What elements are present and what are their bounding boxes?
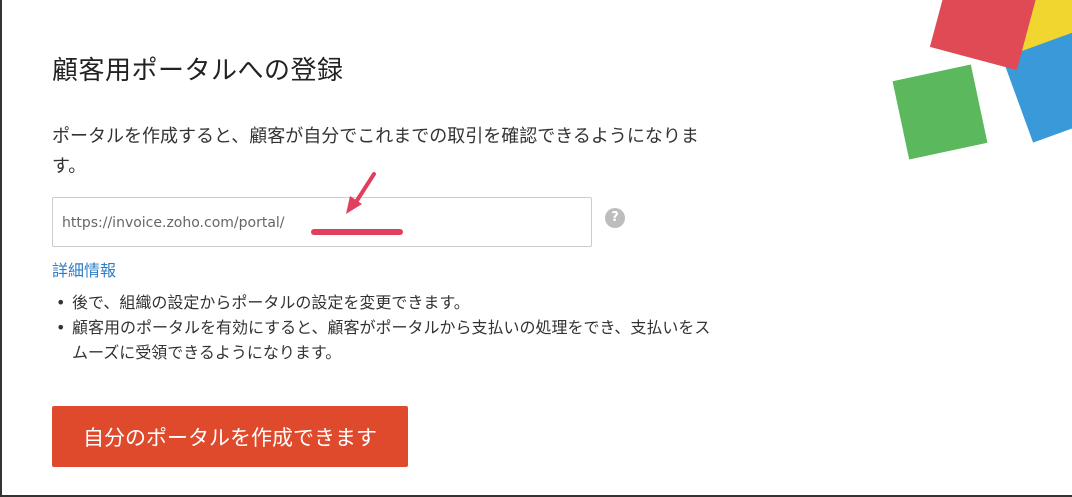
colorful-squares-decoration: [892, 0, 1072, 160]
red-arrow-annotation-icon: [311, 172, 403, 235]
more-info-link[interactable]: 詳細情報: [52, 257, 116, 281]
help-icon[interactable]: ?: [605, 208, 625, 228]
create-portal-button[interactable]: 自分のポータルを作成できます: [52, 406, 408, 467]
note-item: 後で、組織の設定からポータルの設定を変更できます。: [52, 290, 722, 315]
page-title: 顧客用ポータルへの登録: [52, 56, 344, 86]
notes-list: 後で、組織の設定からポータルの設定を変更できます。 顧客用のポータルを有効にする…: [52, 290, 722, 365]
window-border-left: [0, 0, 2, 497]
portal-url-prefix: https://invoice.zoho.com/portal/: [62, 215, 285, 231]
note-item: 顧客用のポータルを有効にすると、顧客がポータルから支払いの処理をでき、支払いをス…: [52, 315, 722, 365]
